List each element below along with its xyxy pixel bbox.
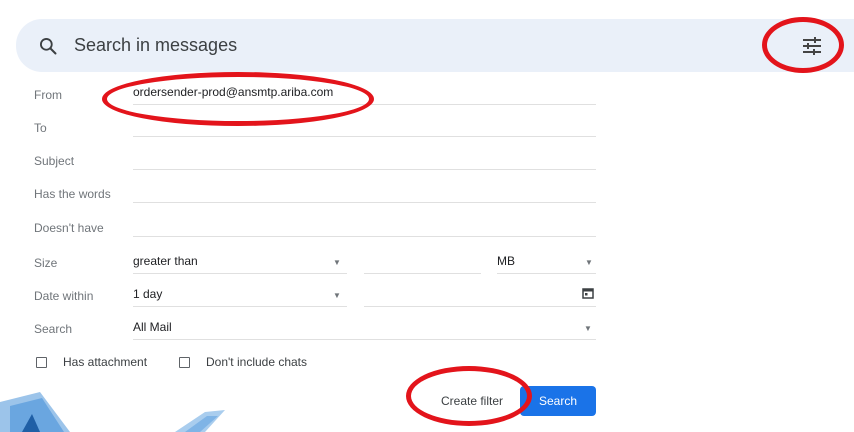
no-chats-checkbox[interactable] bbox=[179, 357, 190, 368]
highlight-ring-filter-icon bbox=[762, 17, 844, 73]
subject-label: Subject bbox=[34, 154, 75, 168]
size-operator-value: greater than bbox=[133, 254, 198, 268]
date-within-select[interactable]: 1 day ▼ bbox=[133, 283, 347, 307]
search-scope-select[interactable]: All Mail ▼ bbox=[133, 316, 596, 340]
size-value-field[interactable] bbox=[364, 250, 481, 274]
dropdown-arrow-icon: ▼ bbox=[584, 324, 592, 333]
page-background bbox=[613, 72, 854, 432]
has-words-label: Has the words bbox=[34, 187, 111, 201]
dropdown-arrow-icon: ▼ bbox=[333, 258, 341, 267]
search-scope-label: Search bbox=[34, 322, 73, 336]
search-icon[interactable] bbox=[38, 36, 58, 56]
dropdown-arrow-icon: ▼ bbox=[585, 258, 593, 267]
doesnt-have-label: Doesn't have bbox=[34, 221, 104, 235]
date-within-value: 1 day bbox=[133, 287, 163, 301]
from-label: From bbox=[34, 88, 62, 102]
subject-field[interactable] bbox=[133, 146, 596, 170]
size-unit-select[interactable]: MB ▼ bbox=[497, 250, 596, 274]
has-attachment-checkbox[interactable] bbox=[36, 357, 47, 368]
search-button[interactable]: Search bbox=[520, 386, 596, 416]
calendar-icon[interactable] bbox=[582, 287, 594, 299]
highlight-ring-create-filter bbox=[406, 366, 532, 426]
search-input[interactable]: Search in messages bbox=[74, 35, 237, 56]
has-attachment-label[interactable]: Has attachment bbox=[63, 355, 147, 369]
highlight-ring-from bbox=[102, 72, 374, 126]
to-label: To bbox=[34, 121, 47, 135]
dropdown-arrow-icon: ▼ bbox=[333, 291, 341, 300]
date-within-label: Date within bbox=[34, 289, 94, 303]
size-unit-value: MB bbox=[497, 254, 515, 268]
doesnt-have-field[interactable] bbox=[133, 213, 596, 237]
date-picker-field[interactable] bbox=[364, 283, 596, 307]
size-label: Size bbox=[34, 256, 58, 270]
no-chats-label[interactable]: Don't include chats bbox=[206, 355, 307, 369]
decorative-panel-graphic bbox=[0, 392, 225, 432]
search-scope-value: All Mail bbox=[133, 320, 172, 334]
size-operator-select[interactable]: greater than ▼ bbox=[133, 250, 347, 274]
has-words-field[interactable] bbox=[133, 179, 596, 203]
